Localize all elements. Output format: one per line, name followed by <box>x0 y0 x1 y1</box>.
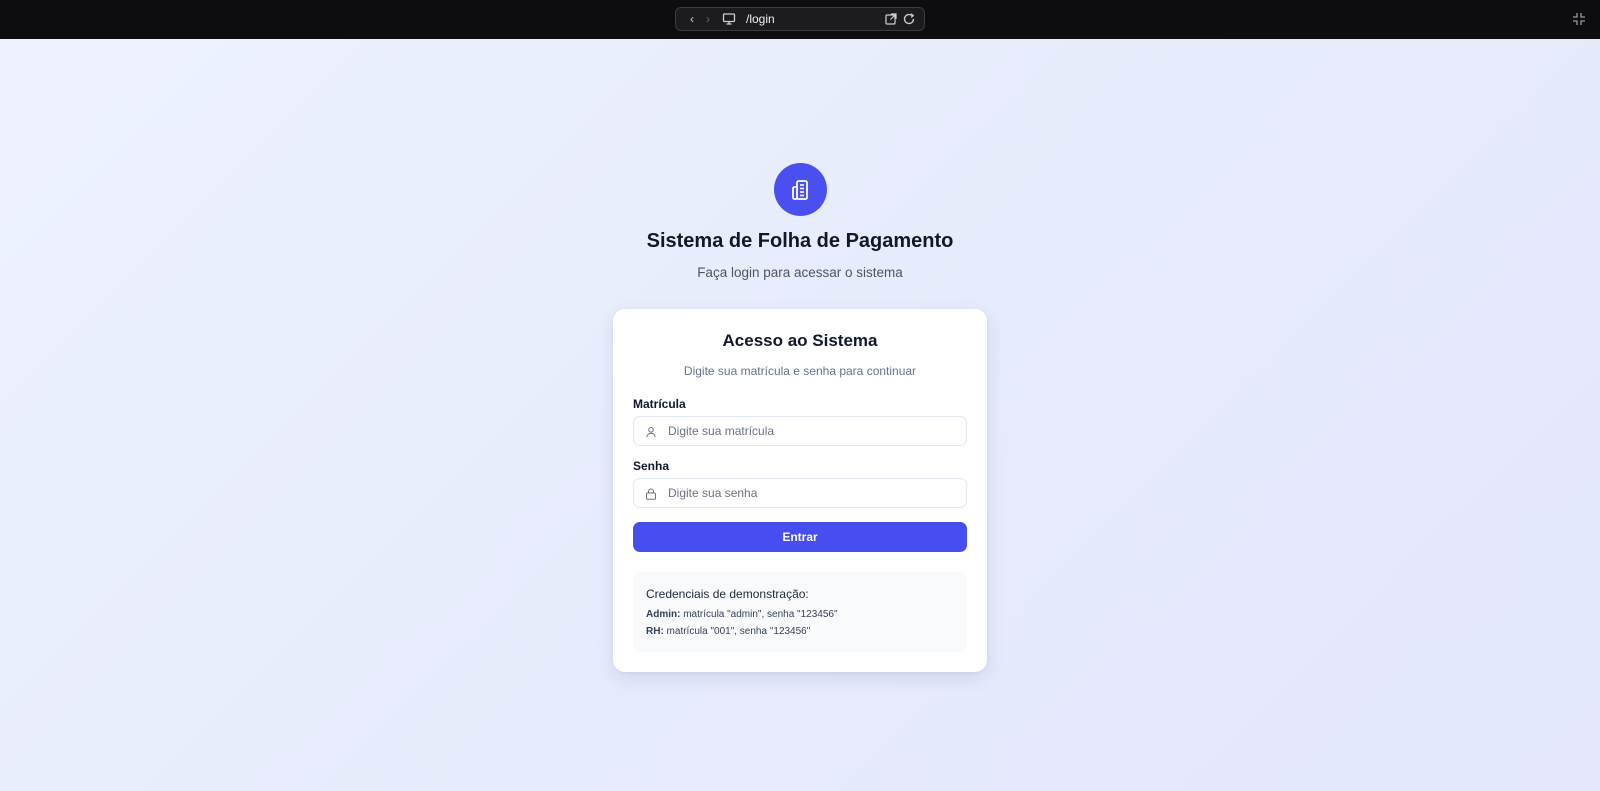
address-bar[interactable]: ‹ › /login <box>675 7 925 31</box>
forward-icon[interactable]: › <box>700 12 716 26</box>
demo-title: Credenciais de demonstração: <box>646 587 809 601</box>
senha-label: Senha <box>633 459 670 473</box>
entrar-button[interactable]: Entrar <box>633 522 967 552</box>
back-icon[interactable]: ‹ <box>684 12 700 26</box>
collapse-icon[interactable] <box>1572 12 1586 26</box>
matricula-input[interactable] <box>668 417 958 445</box>
browser-toolbar: ‹ › /login <box>0 0 1600 39</box>
demo-credentials-box: Credenciais de demonstração: Admin: matr… <box>633 572 967 652</box>
user-icon <box>646 427 656 438</box>
open-external-icon[interactable] <box>884 12 898 26</box>
matricula-field[interactable] <box>633 416 967 446</box>
reload-icon[interactable] <box>902 12 916 26</box>
lock-icon <box>646 488 656 500</box>
login-card: Acesso ao Sistema Digite sua matrícula e… <box>613 309 987 672</box>
demo-rh-text: matrícula "001", senha "123456" <box>663 626 811 637</box>
monitor-icon <box>722 13 736 25</box>
logo-badge <box>774 163 827 216</box>
senha-input[interactable] <box>668 479 958 507</box>
demo-rh-line: RH: matrícula "001", senha "123456" <box>646 626 810 637</box>
card-title: Acesso ao Sistema <box>722 331 878 350</box>
page-title: Sistema de Folha de Pagamento <box>646 230 954 252</box>
card-description: Digite sua matrícula e senha para contin… <box>683 364 917 378</box>
matricula-label: Matrícula <box>633 397 686 411</box>
demo-admin-line: Admin: matrícula "admin", senha "123456" <box>646 609 838 620</box>
demo-admin-label: Admin: <box>646 609 681 620</box>
senha-field[interactable] <box>633 478 967 508</box>
page-subtitle: Faça login para acessar o sistema <box>697 265 903 280</box>
demo-rh-label: RH: <box>646 626 664 637</box>
building-icon <box>791 179 808 200</box>
demo-admin-text: matrícula "admin", senha "123456" <box>680 609 838 620</box>
url-text[interactable]: /login <box>746 12 880 26</box>
